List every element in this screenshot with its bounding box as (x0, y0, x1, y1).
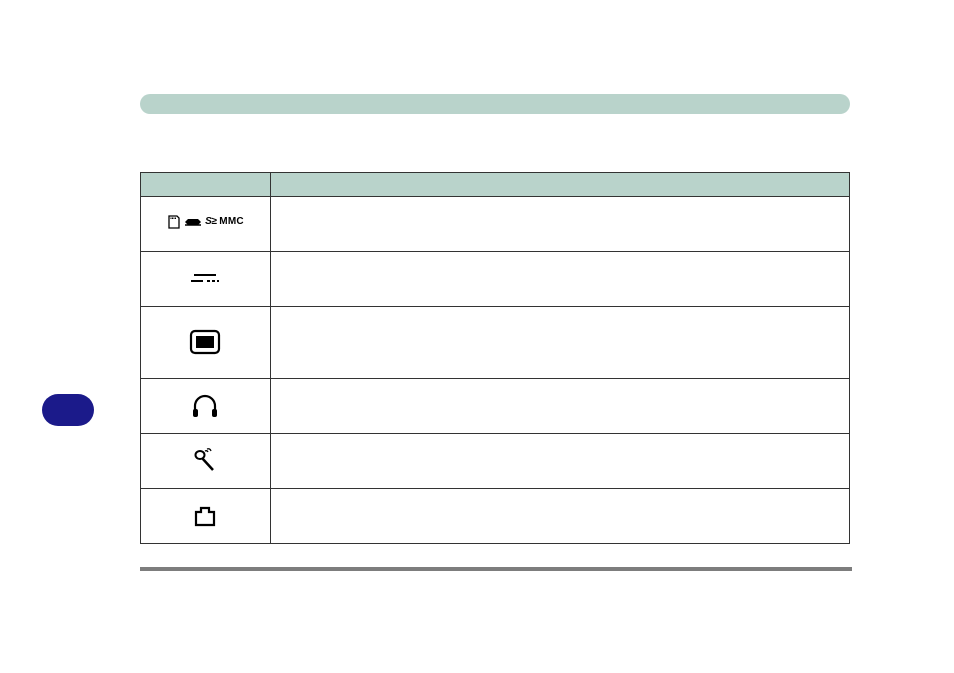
table-row (141, 379, 850, 434)
desc-cell (270, 434, 849, 489)
card-slot-icons: S≥ MMC (167, 215, 244, 229)
memory-stick-icon (184, 216, 202, 228)
icon-cell (141, 489, 271, 544)
crt-monitor-icon (187, 328, 223, 358)
side-pill (42, 394, 94, 426)
footer-rule (140, 567, 852, 571)
xd-card-icon (167, 215, 181, 229)
table-row (141, 307, 850, 379)
table-row (141, 434, 850, 489)
desc-cell (270, 197, 849, 252)
modem-icon (192, 504, 218, 528)
mmc-text-icon: MMC (219, 216, 243, 227)
headphones-icon (190, 393, 220, 419)
icon-cell (141, 252, 271, 307)
microphone-icon (191, 447, 219, 475)
sd-text-icon: S≥ (205, 216, 216, 227)
table-row: S≥ MMC (141, 197, 850, 252)
section-bar (140, 94, 850, 114)
desc-cell (270, 489, 849, 544)
table-header-row (141, 173, 850, 197)
icon-cell (141, 307, 271, 379)
left-side-icon-table: S≥ MMC (140, 172, 850, 544)
table-row (141, 252, 850, 307)
desc-cell (270, 379, 849, 434)
icon-cell (141, 379, 271, 434)
desc-cell (270, 252, 849, 307)
table-row (141, 489, 850, 544)
desc-cell (270, 307, 849, 379)
header-desc (270, 173, 849, 197)
icon-cell: S≥ MMC (141, 197, 271, 252)
header-icon (141, 173, 271, 197)
icon-cell (141, 434, 271, 489)
ieee1394-icon (188, 269, 222, 289)
